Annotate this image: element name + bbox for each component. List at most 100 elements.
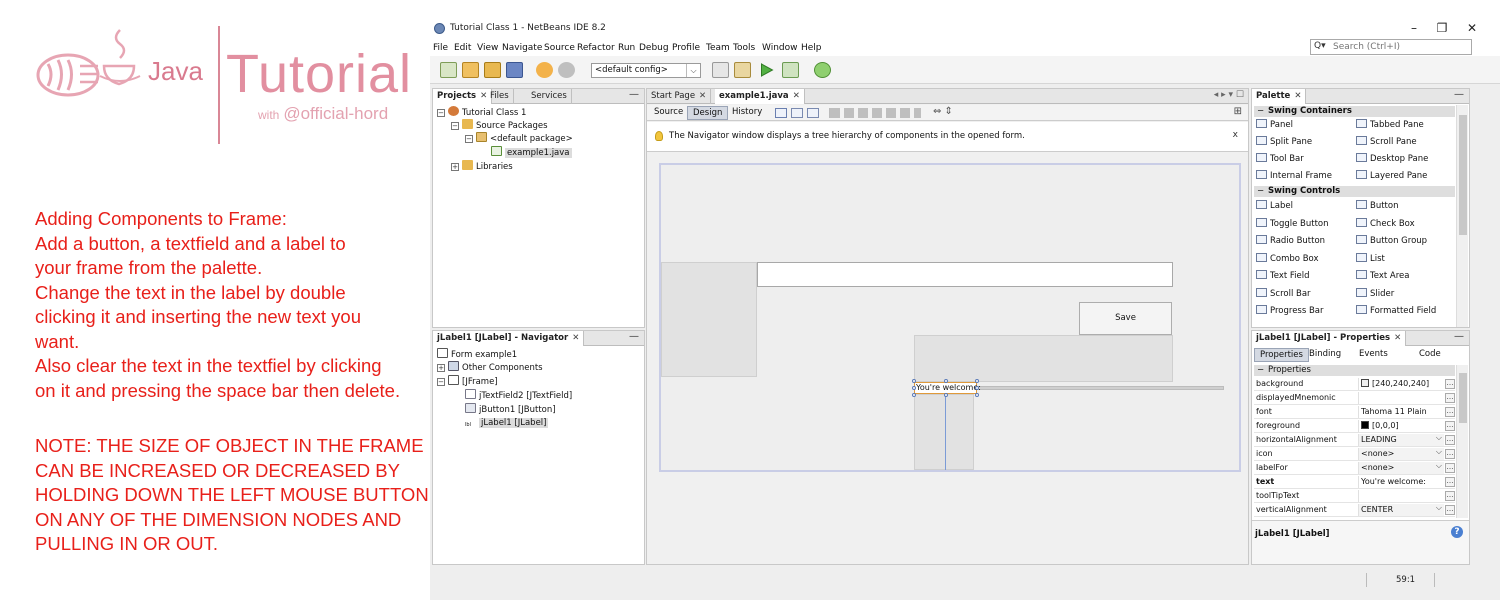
tree-item-project[interactable]: − Tutorial Class 1 [437, 106, 526, 119]
tab-services[interactable]: Services [527, 89, 572, 104]
close-icon[interactable]: ✕ [572, 333, 579, 343]
resize-node[interactable] [975, 379, 979, 383]
clean-build-icon[interactable] [734, 62, 751, 78]
tab-navigator[interactable]: jLabel1 [JLabel] - Navigator ✕ [433, 331, 585, 346]
build-hammer-icon[interactable] [712, 62, 729, 78]
resize-node[interactable] [944, 379, 948, 383]
minimize-button[interactable]: – [1404, 21, 1424, 35]
palette-group-swing-controls[interactable]: Swing Controls [1254, 186, 1455, 197]
resize-node[interactable] [912, 386, 916, 390]
palette-item-internal-frame[interactable]: Internal Frame [1256, 170, 1332, 182]
nav-item-jframe[interactable]: − [JFrame] [437, 375, 498, 388]
palette-item-formatted-field[interactable]: Formatted Field [1356, 305, 1436, 317]
menu-help[interactable]: Help [801, 43, 822, 53]
close-icon[interactable]: ✕ [1394, 333, 1401, 343]
property-row-text[interactable]: text You're welcome:… [1254, 476, 1455, 489]
close-icon[interactable]: ✕ [699, 91, 706, 101]
palette-scrollbar[interactable] [1456, 105, 1468, 327]
palette-item-slider[interactable]: Slider [1356, 288, 1394, 300]
resize-node[interactable] [912, 379, 916, 383]
minimize-panel-icon[interactable]: — [1454, 331, 1464, 342]
palette-item-button-group[interactable]: Button Group [1356, 235, 1427, 247]
property-row-background[interactable]: background [240,240,240]… [1254, 378, 1455, 391]
property-row-foreground[interactable]: foreground [0,0,0]… [1254, 420, 1455, 433]
save-button-component[interactable]: Save [1079, 302, 1172, 335]
palette-item-desktop-pane[interactable]: Desktop Pane [1356, 153, 1428, 165]
palette-item-check-box[interactable]: Check Box [1356, 218, 1415, 230]
redo-icon[interactable] [558, 62, 575, 78]
menu-tools[interactable]: Tools [733, 43, 755, 53]
tab-properties-panel[interactable]: jLabel1 [JLabel] - Properties ✕ [1252, 331, 1407, 346]
menu-profile[interactable]: Profile [672, 43, 700, 53]
properties-scrollbar[interactable] [1456, 365, 1468, 518]
palette-item-tabbed-pane[interactable]: Tabbed Pane [1356, 119, 1424, 131]
palette-item-tool-bar[interactable]: Tool Bar [1256, 153, 1304, 165]
close-icon[interactable]: ✕ [1294, 91, 1301, 101]
tab-palette[interactable]: Palette ✕ [1252, 89, 1307, 104]
config-select[interactable]: <default config> ⌵ [591, 63, 701, 78]
menu-team[interactable]: Team [706, 43, 730, 53]
undo-icon[interactable] [536, 62, 553, 78]
property-row-tooltip-text[interactable]: toolTipText… [1254, 490, 1455, 503]
close-icon[interactable]: ✕ [793, 91, 800, 101]
resize-node[interactable] [975, 393, 979, 397]
palette-item-split-pane[interactable]: Split Pane [1256, 136, 1312, 148]
property-row-horizontal-alignment[interactable]: horizontalAlignmentLEADING… [1254, 432, 1455, 447]
property-row-displayed-mnemonic[interactable]: displayedMnemonic… [1254, 392, 1455, 405]
search-box[interactable]: Q▾ [1310, 39, 1472, 55]
nav-item-other-components[interactable]: + Other Components [437, 361, 543, 374]
menu-navigate[interactable]: Navigate [502, 43, 542, 53]
resize-node[interactable] [944, 393, 948, 397]
minimize-panel-icon[interactable]: — [1454, 89, 1464, 100]
align-tools-icon[interactable] [829, 108, 921, 118]
tab-binding[interactable]: Binding [1304, 348, 1346, 362]
search-input[interactable] [1333, 41, 1469, 53]
tree-item-source-packages[interactable]: − Source Packages [451, 119, 548, 132]
nav-item-button[interactable]: jButton1 [JButton] [465, 403, 556, 416]
close-window-button[interactable]: ✕ [1462, 21, 1482, 35]
tab-projects[interactable]: Projects ✕ [433, 89, 493, 104]
tab-code[interactable]: Code [1414, 348, 1446, 362]
profile-icon[interactable] [814, 62, 831, 78]
menu-run[interactable]: Run [618, 43, 635, 53]
tab-history[interactable]: History [727, 106, 767, 120]
menu-source[interactable]: Source [544, 43, 575, 53]
palette-item-toggle-button[interactable]: Toggle Button [1256, 218, 1329, 230]
add-icon[interactable]: ⊞ [1234, 106, 1242, 117]
palette-group-swing-containers[interactable]: Swing Containers [1254, 106, 1455, 117]
tab-properties[interactable]: Properties [1254, 348, 1309, 362]
menu-window[interactable]: Window [762, 43, 798, 53]
resize-tools-icon[interactable]: ⇔ ⇕ [933, 106, 953, 117]
property-row-label-for[interactable]: labelFor<none>… [1254, 460, 1455, 475]
menu-edit[interactable]: Edit [454, 43, 471, 53]
new-file-icon[interactable] [440, 62, 457, 78]
resize-node[interactable] [912, 393, 916, 397]
tab-events[interactable]: Events [1354, 348, 1393, 362]
tree-item-libraries[interactable]: + Libraries [451, 160, 513, 173]
new-project-icon[interactable] [462, 62, 479, 78]
textfield-component[interactable] [757, 262, 1173, 287]
save-all-icon[interactable] [506, 62, 523, 78]
menu-file[interactable]: File [433, 43, 448, 53]
debug-icon[interactable] [782, 62, 799, 78]
hint-close-button[interactable]: x [1233, 130, 1238, 140]
tree-item-example1-java[interactable]: example1.java [491, 146, 572, 159]
tab-example1-java[interactable]: example1.java ✕ [715, 89, 805, 104]
open-project-icon[interactable] [484, 62, 501, 78]
palette-item-panel[interactable]: Panel [1256, 119, 1293, 131]
minimize-panel-icon[interactable]: — [629, 331, 639, 342]
tab-files[interactable]: Files [486, 89, 514, 104]
palette-item-label[interactable]: Label [1256, 200, 1293, 212]
nav-item-label[interactable]: lbl jLabel1 [JLabel] [465, 417, 549, 430]
palette-item-text-field[interactable]: Text Field [1256, 270, 1310, 282]
palette-item-progress-bar[interactable]: Progress Bar [1256, 305, 1324, 317]
properties-section-header[interactable]: Properties [1254, 365, 1455, 376]
maximize-button[interactable]: ❐ [1432, 21, 1452, 35]
palette-item-combo-box[interactable]: Combo Box [1256, 253, 1319, 265]
tree-item-default-package[interactable]: − <default package> [465, 132, 573, 145]
preview-design-icon[interactable] [807, 108, 819, 118]
nav-item-form[interactable]: Form example1 [437, 348, 517, 361]
resize-node[interactable] [975, 386, 979, 390]
selection-mode-icon[interactable] [775, 108, 787, 118]
tab-start-page[interactable]: Start Page ✕ [647, 89, 712, 104]
